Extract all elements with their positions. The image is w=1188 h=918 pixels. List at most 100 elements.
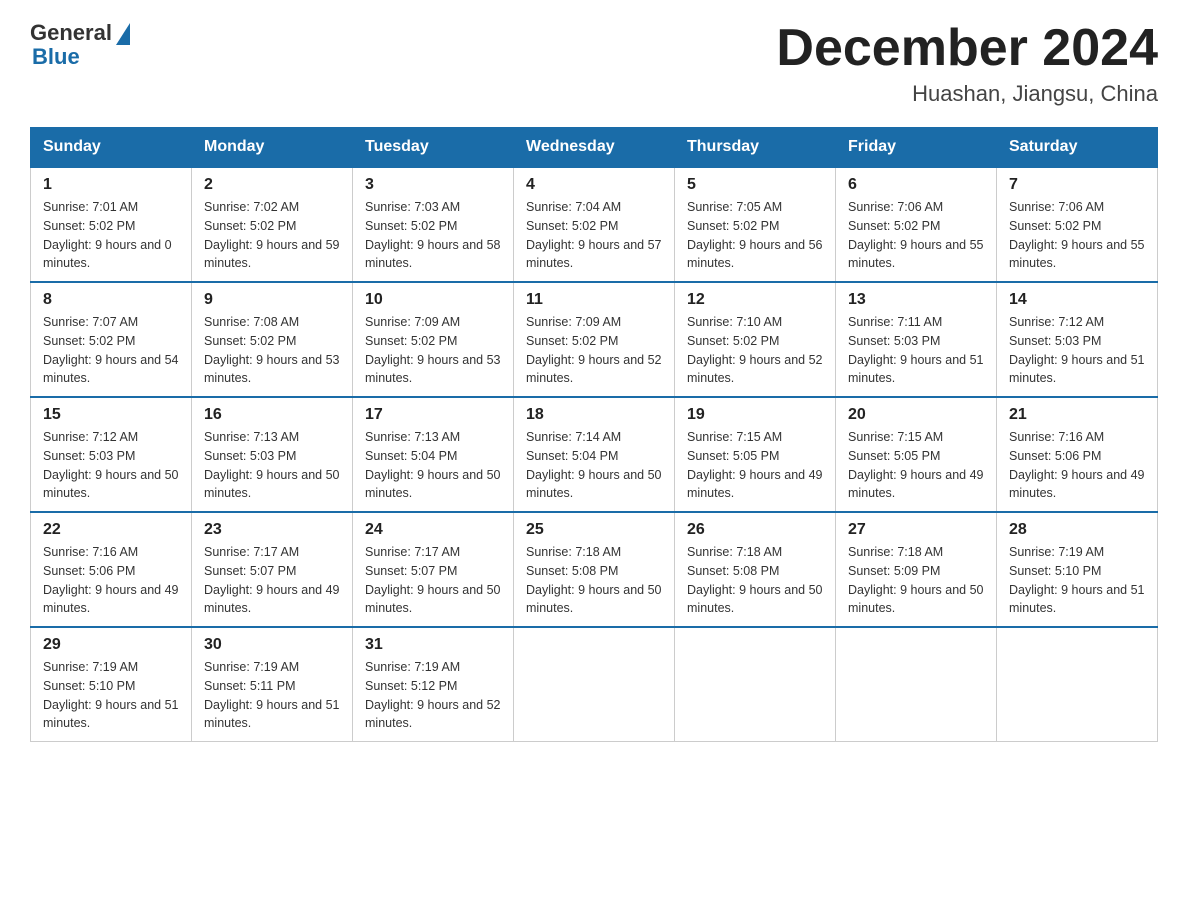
day-number: 17 (365, 406, 501, 424)
day-info: Sunrise: 7:06 AMSunset: 5:02 PMDaylight:… (1009, 198, 1145, 273)
day-info: Sunrise: 7:16 AMSunset: 5:06 PMDaylight:… (1009, 428, 1145, 503)
day-number: 12 (687, 291, 823, 309)
calendar-cell: 11 Sunrise: 7:09 AMSunset: 5:02 PMDaylig… (514, 282, 675, 397)
day-number: 23 (204, 521, 340, 539)
day-number: 7 (1009, 176, 1145, 194)
day-info: Sunrise: 7:16 AMSunset: 5:06 PMDaylight:… (43, 543, 179, 618)
day-number: 9 (204, 291, 340, 309)
calendar-cell: 29 Sunrise: 7:19 AMSunset: 5:10 PMDaylig… (31, 627, 192, 742)
day-info: Sunrise: 7:15 AMSunset: 5:05 PMDaylight:… (687, 428, 823, 503)
calendar-cell: 13 Sunrise: 7:11 AMSunset: 5:03 PMDaylig… (836, 282, 997, 397)
calendar-cell: 30 Sunrise: 7:19 AMSunset: 5:11 PMDaylig… (192, 627, 353, 742)
logo: General Blue (30, 20, 130, 70)
calendar-cell: 2 Sunrise: 7:02 AMSunset: 5:02 PMDayligh… (192, 167, 353, 282)
calendar-cell: 6 Sunrise: 7:06 AMSunset: 5:02 PMDayligh… (836, 167, 997, 282)
day-number: 24 (365, 521, 501, 539)
day-number: 18 (526, 406, 662, 424)
day-number: 4 (526, 176, 662, 194)
day-number: 1 (43, 176, 179, 194)
day-info: Sunrise: 7:05 AMSunset: 5:02 PMDaylight:… (687, 198, 823, 273)
calendar-week-row: 1 Sunrise: 7:01 AMSunset: 5:02 PMDayligh… (31, 167, 1158, 282)
logo-general-text: General (30, 20, 112, 46)
day-info: Sunrise: 7:07 AMSunset: 5:02 PMDaylight:… (43, 313, 179, 388)
location-text: Huashan, Jiangsu, China (776, 81, 1158, 107)
day-info: Sunrise: 7:15 AMSunset: 5:05 PMDaylight:… (848, 428, 984, 503)
calendar-cell: 26 Sunrise: 7:18 AMSunset: 5:08 PMDaylig… (675, 512, 836, 627)
calendar-cell: 14 Sunrise: 7:12 AMSunset: 5:03 PMDaylig… (997, 282, 1158, 397)
day-info: Sunrise: 7:13 AMSunset: 5:03 PMDaylight:… (204, 428, 340, 503)
day-info: Sunrise: 7:02 AMSunset: 5:02 PMDaylight:… (204, 198, 340, 273)
day-number: 19 (687, 406, 823, 424)
calendar-cell: 5 Sunrise: 7:05 AMSunset: 5:02 PMDayligh… (675, 167, 836, 282)
day-number: 25 (526, 521, 662, 539)
day-number: 31 (365, 636, 501, 654)
logo-blue-text: Blue (30, 44, 80, 70)
day-info: Sunrise: 7:19 AMSunset: 5:12 PMDaylight:… (365, 658, 501, 733)
day-number: 13 (848, 291, 984, 309)
calendar-cell: 3 Sunrise: 7:03 AMSunset: 5:02 PMDayligh… (353, 167, 514, 282)
calendar-cell: 10 Sunrise: 7:09 AMSunset: 5:02 PMDaylig… (353, 282, 514, 397)
day-info: Sunrise: 7:06 AMSunset: 5:02 PMDaylight:… (848, 198, 984, 273)
day-number: 30 (204, 636, 340, 654)
calendar-header-monday: Monday (192, 128, 353, 168)
calendar-week-row: 22 Sunrise: 7:16 AMSunset: 5:06 PMDaylig… (31, 512, 1158, 627)
day-info: Sunrise: 7:19 AMSunset: 5:10 PMDaylight:… (1009, 543, 1145, 618)
day-info: Sunrise: 7:14 AMSunset: 5:04 PMDaylight:… (526, 428, 662, 503)
day-info: Sunrise: 7:19 AMSunset: 5:11 PMDaylight:… (204, 658, 340, 733)
calendar-header-tuesday: Tuesday (353, 128, 514, 168)
calendar-header-friday: Friday (836, 128, 997, 168)
calendar-cell: 28 Sunrise: 7:19 AMSunset: 5:10 PMDaylig… (997, 512, 1158, 627)
day-info: Sunrise: 7:17 AMSunset: 5:07 PMDaylight:… (365, 543, 501, 618)
month-year-title: December 2024 (776, 20, 1158, 77)
day-number: 28 (1009, 521, 1145, 539)
day-number: 10 (365, 291, 501, 309)
day-number: 16 (204, 406, 340, 424)
day-number: 5 (687, 176, 823, 194)
day-info: Sunrise: 7:12 AMSunset: 5:03 PMDaylight:… (43, 428, 179, 503)
calendar-cell (514, 627, 675, 742)
calendar-week-row: 15 Sunrise: 7:12 AMSunset: 5:03 PMDaylig… (31, 397, 1158, 512)
day-number: 8 (43, 291, 179, 309)
calendar-week-row: 8 Sunrise: 7:07 AMSunset: 5:02 PMDayligh… (31, 282, 1158, 397)
calendar-cell: 8 Sunrise: 7:07 AMSunset: 5:02 PMDayligh… (31, 282, 192, 397)
calendar-cell: 17 Sunrise: 7:13 AMSunset: 5:04 PMDaylig… (353, 397, 514, 512)
day-info: Sunrise: 7:17 AMSunset: 5:07 PMDaylight:… (204, 543, 340, 618)
calendar-cell (997, 627, 1158, 742)
calendar-cell: 23 Sunrise: 7:17 AMSunset: 5:07 PMDaylig… (192, 512, 353, 627)
calendar-cell: 18 Sunrise: 7:14 AMSunset: 5:04 PMDaylig… (514, 397, 675, 512)
calendar-cell: 27 Sunrise: 7:18 AMSunset: 5:09 PMDaylig… (836, 512, 997, 627)
day-number: 2 (204, 176, 340, 194)
day-number: 21 (1009, 406, 1145, 424)
day-number: 11 (526, 291, 662, 309)
day-number: 6 (848, 176, 984, 194)
calendar-cell (836, 627, 997, 742)
calendar-cell: 7 Sunrise: 7:06 AMSunset: 5:02 PMDayligh… (997, 167, 1158, 282)
day-info: Sunrise: 7:10 AMSunset: 5:02 PMDaylight:… (687, 313, 823, 388)
day-number: 3 (365, 176, 501, 194)
day-number: 27 (848, 521, 984, 539)
calendar-cell: 20 Sunrise: 7:15 AMSunset: 5:05 PMDaylig… (836, 397, 997, 512)
day-number: 15 (43, 406, 179, 424)
calendar-cell: 16 Sunrise: 7:13 AMSunset: 5:03 PMDaylig… (192, 397, 353, 512)
day-info: Sunrise: 7:19 AMSunset: 5:10 PMDaylight:… (43, 658, 179, 733)
calendar-cell: 15 Sunrise: 7:12 AMSunset: 5:03 PMDaylig… (31, 397, 192, 512)
calendar-cell (675, 627, 836, 742)
calendar-header-sunday: Sunday (31, 128, 192, 168)
day-info: Sunrise: 7:18 AMSunset: 5:08 PMDaylight:… (526, 543, 662, 618)
title-block: December 2024 Huashan, Jiangsu, China (776, 20, 1158, 107)
calendar-cell: 12 Sunrise: 7:10 AMSunset: 5:02 PMDaylig… (675, 282, 836, 397)
calendar-header-thursday: Thursday (675, 128, 836, 168)
calendar-cell: 24 Sunrise: 7:17 AMSunset: 5:07 PMDaylig… (353, 512, 514, 627)
day-number: 22 (43, 521, 179, 539)
day-number: 14 (1009, 291, 1145, 309)
calendar-cell: 22 Sunrise: 7:16 AMSunset: 5:06 PMDaylig… (31, 512, 192, 627)
calendar-cell: 9 Sunrise: 7:08 AMSunset: 5:02 PMDayligh… (192, 282, 353, 397)
calendar-cell: 21 Sunrise: 7:16 AMSunset: 5:06 PMDaylig… (997, 397, 1158, 512)
calendar-cell: 1 Sunrise: 7:01 AMSunset: 5:02 PMDayligh… (31, 167, 192, 282)
day-info: Sunrise: 7:04 AMSunset: 5:02 PMDaylight:… (526, 198, 662, 273)
day-info: Sunrise: 7:13 AMSunset: 5:04 PMDaylight:… (365, 428, 501, 503)
day-info: Sunrise: 7:09 AMSunset: 5:02 PMDaylight:… (365, 313, 501, 388)
calendar-week-row: 29 Sunrise: 7:19 AMSunset: 5:10 PMDaylig… (31, 627, 1158, 742)
day-info: Sunrise: 7:09 AMSunset: 5:02 PMDaylight:… (526, 313, 662, 388)
calendar-cell: 4 Sunrise: 7:04 AMSunset: 5:02 PMDayligh… (514, 167, 675, 282)
